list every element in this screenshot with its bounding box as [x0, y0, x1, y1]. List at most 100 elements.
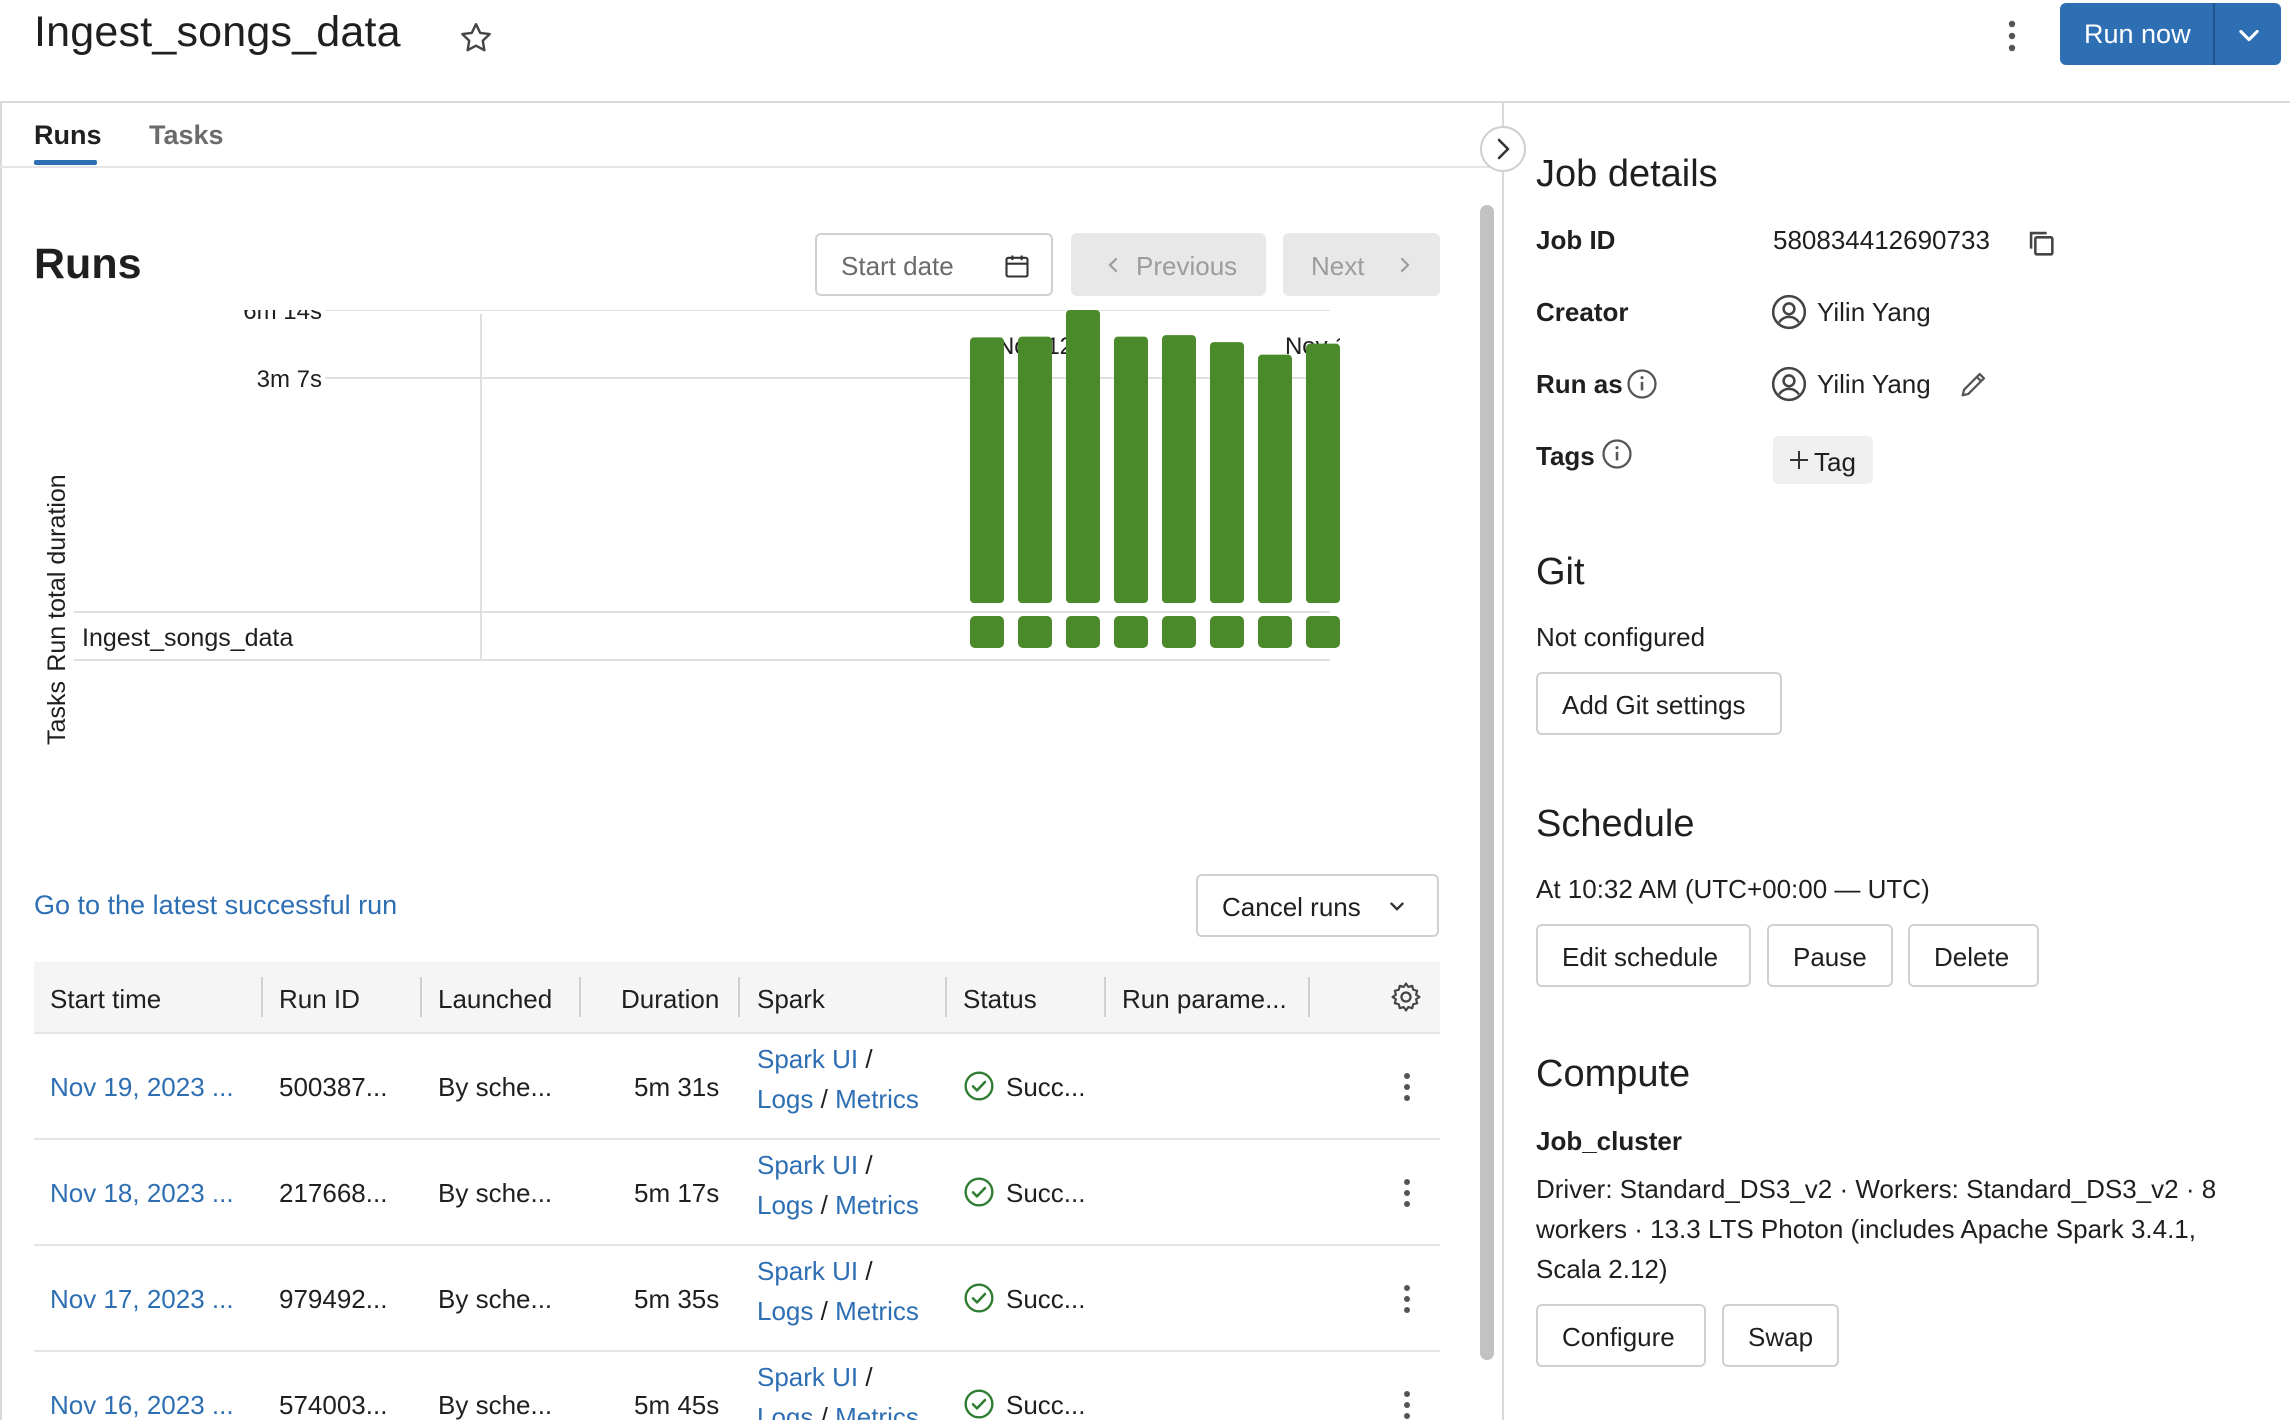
link-separator: / — [865, 1044, 873, 1074]
chart-bar[interactable] — [1162, 335, 1196, 603]
column-separator[interactable] — [738, 977, 740, 1017]
row-more-options-icon[interactable] — [1392, 1279, 1422, 1319]
run-start-time-link[interactable]: Nov 18, 2023 ... — [50, 1178, 234, 1209]
table-row[interactable]: Nov 16, 2023 ... 574003... By sche... 5m… — [34, 1352, 1440, 1420]
chart-bar[interactable] — [970, 337, 1004, 603]
copy-icon[interactable] — [2024, 226, 2058, 260]
chevron-down-icon[interactable] — [2235, 21, 2263, 49]
column-separator[interactable] — [579, 977, 581, 1017]
column-header-start-time[interactable]: Start time — [50, 984, 161, 1015]
add-git-settings-button[interactable]: Add Git settings — [1536, 672, 1782, 735]
creator-label: Creator — [1536, 297, 1629, 327]
user-avatar-icon — [1771, 366, 1807, 402]
chart-bar[interactable] — [1066, 310, 1100, 603]
task-run-cell[interactable] — [1066, 616, 1100, 648]
column-header-status[interactable]: Status — [963, 984, 1037, 1015]
column-header-run-parameters[interactable]: Run parame... — [1122, 984, 1287, 1015]
chart-bar[interactable] — [1210, 342, 1244, 603]
spark-ui-link[interactable]: Spark UI — [757, 1362, 858, 1392]
column-separator[interactable] — [1308, 977, 1310, 1017]
task-run-cell[interactable] — [1114, 616, 1148, 648]
previous-label: Previous — [1136, 251, 1238, 281]
success-check-icon — [964, 1389, 994, 1419]
delete-schedule-button[interactable]: Delete — [1908, 924, 2039, 987]
row-more-options-icon[interactable] — [1392, 1173, 1422, 1213]
task-run-cell[interactable] — [1258, 616, 1292, 648]
user-avatar-icon — [1771, 294, 1807, 330]
run-status: Succ... — [1006, 1178, 1086, 1208]
run-start-time-link[interactable]: Nov 19, 2023 ... — [50, 1072, 234, 1103]
column-separator[interactable] — [1104, 977, 1106, 1017]
latest-successful-run-link[interactable]: Go to the latest successful run — [34, 890, 397, 921]
run-duration: 5m 35s — [634, 1284, 720, 1314]
run-now-separator — [2213, 3, 2215, 65]
metrics-link[interactable]: Metrics — [835, 1084, 919, 1114]
tab-tasks[interactable]: Tasks — [149, 120, 224, 151]
table-row[interactable]: Nov 17, 2023 ... 979492... By sche... 5m… — [34, 1246, 1440, 1352]
task-run-cell[interactable] — [970, 616, 1004, 648]
swap-compute-button[interactable]: Swap — [1722, 1304, 1839, 1367]
success-check-icon — [964, 1071, 994, 1101]
start-date-placeholder: Start date — [841, 251, 954, 281]
metrics-link[interactable]: Metrics — [835, 1296, 919, 1326]
info-icon[interactable] — [1600, 437, 1634, 471]
configure-compute-button[interactable]: Configure — [1536, 1304, 1706, 1367]
logs-link[interactable]: Logs — [757, 1402, 813, 1420]
schedule-heading: Schedule — [1536, 803, 1695, 845]
edit-schedule-button[interactable]: Edit schedule — [1536, 924, 1751, 987]
collapse-panel-button[interactable] — [1480, 126, 1526, 172]
logs-link[interactable]: Logs — [757, 1190, 813, 1220]
table-row[interactable]: Nov 19, 2023 ... 500387... By sche... 5m… — [34, 1034, 1440, 1140]
start-date-picker[interactable]: Start date — [815, 233, 1053, 296]
spark-ui-link[interactable]: Spark UI — [757, 1256, 858, 1286]
chart-bar[interactable] — [1018, 336, 1052, 603]
page-header: Ingest_songs_data Run now — [0, 0, 2290, 103]
runs-table: Start time Run ID Launched Duration Spar… — [34, 962, 1440, 1420]
info-icon[interactable] — [1625, 367, 1659, 401]
tab-runs[interactable]: Runs — [34, 120, 102, 151]
column-header-launched[interactable]: Launched — [438, 984, 552, 1015]
metrics-link[interactable]: Metrics — [835, 1402, 919, 1420]
pencil-edit-icon[interactable] — [1957, 367, 1991, 401]
more-options-icon[interactable] — [1997, 14, 2027, 64]
column-separator[interactable] — [945, 977, 947, 1017]
run-start-time-link[interactable]: Nov 17, 2023 ... — [50, 1284, 234, 1315]
launched-by: By sche... — [438, 1072, 553, 1102]
row-more-options-icon[interactable] — [1392, 1067, 1422, 1107]
chart-bar[interactable] — [1306, 343, 1340, 603]
column-separator[interactable] — [261, 977, 263, 1017]
chart-bar[interactable] — [1114, 336, 1148, 603]
chevron-right-icon — [1497, 138, 1510, 160]
task-run-cell[interactable] — [1018, 616, 1052, 648]
pause-schedule-button[interactable]: Pause — [1767, 924, 1893, 987]
previous-button[interactable]: Previous — [1071, 233, 1266, 296]
run-now-button[interactable]: Run now — [2060, 3, 2281, 65]
spark-ui-link[interactable]: Spark UI — [757, 1044, 858, 1074]
calendar-icon — [1005, 255, 1029, 278]
column-header-duration[interactable]: Duration — [621, 984, 719, 1015]
cancel-runs-button[interactable]: Cancel runs — [1196, 874, 1439, 937]
next-button[interactable]: Next — [1283, 233, 1440, 296]
chart-bar[interactable] — [1258, 354, 1292, 603]
table-row[interactable]: Nov 18, 2023 ... 217668... By sche... 5m… — [34, 1140, 1440, 1246]
star-icon[interactable] — [458, 20, 494, 56]
settings-gear-icon[interactable] — [1389, 980, 1423, 1014]
logs-link[interactable]: Logs — [757, 1296, 813, 1326]
column-header-spark[interactable]: Spark — [757, 984, 825, 1015]
chart-y-tick-label: 6m 14s — [243, 310, 322, 325]
spark-ui-link[interactable]: Spark UI — [757, 1150, 858, 1180]
link-separator: / — [820, 1296, 828, 1326]
add-git-settings-label: Add Git settings — [1562, 690, 1746, 720]
column-header-run-id[interactable]: Run ID — [279, 984, 360, 1015]
column-separator[interactable] — [420, 977, 422, 1017]
task-run-cell[interactable] — [1306, 616, 1340, 648]
add-tag-button[interactable]: Tag — [1773, 436, 1873, 484]
row-more-options-icon[interactable] — [1392, 1385, 1422, 1420]
task-run-cell[interactable] — [1210, 616, 1244, 648]
scrollbar[interactable] — [1480, 205, 1494, 1360]
success-check-icon — [964, 1177, 994, 1207]
task-run-cell[interactable] — [1162, 616, 1196, 648]
metrics-link[interactable]: Metrics — [835, 1190, 919, 1220]
run-start-time-link[interactable]: Nov 16, 2023 ... — [50, 1390, 234, 1420]
logs-link[interactable]: Logs — [757, 1084, 813, 1114]
